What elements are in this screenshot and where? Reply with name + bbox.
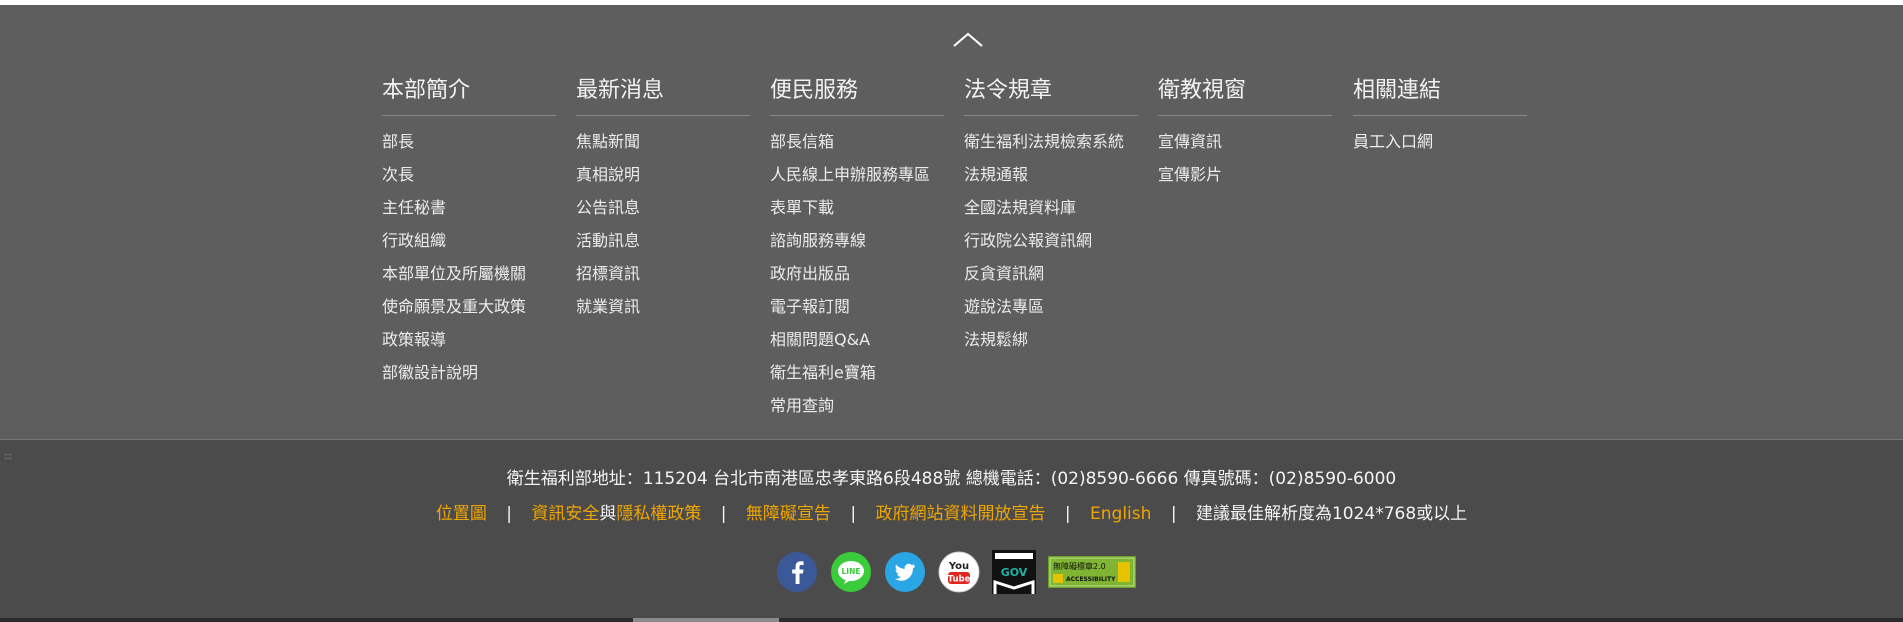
column-title[interactable]: 最新消息 (576, 76, 750, 116)
sitemap-link[interactable]: 焦點新聞 (576, 132, 750, 165)
sitemap-link[interactable]: 宣傳資訊 (1158, 132, 1332, 165)
sitemap-link[interactable]: 政策報導 (382, 330, 556, 363)
sitemap-link[interactable]: 使命願景及重大政策 (382, 297, 556, 330)
sitemap-link[interactable]: 次長 (382, 165, 556, 198)
sitemap-column: 最新消息焦點新聞 真相說明 公告訊息 活動訊息 招標資訊 就業資訊 (576, 76, 750, 330)
resolution-note: 建議最佳解析度為1024*768或以上 (1195, 504, 1468, 524)
line-icon[interactable]: LINE (830, 551, 872, 593)
sitemap-link[interactable]: 衛生福利法規檢索系統 (964, 132, 1138, 165)
sitemap-link[interactable]: 部徽設計說明 (382, 363, 556, 396)
column-title[interactable]: 便民服務 (770, 76, 944, 116)
sitemap-column: 便民服務部長信箱 人民線上申辦服務專區 表單下載 諮詢服務專線 政府出版品 電子報訂閱 相關… (770, 76, 944, 429)
sitemap-column: 衛教視窗宣傳資訊 宣傳影片 (1158, 76, 1332, 198)
sitemap-link[interactable]: 全國法規資料庫 (964, 198, 1138, 231)
chevron-up-icon[interactable] (953, 32, 983, 48)
sitemap-link[interactable]: 真相說明 (576, 165, 750, 198)
sitemap-link[interactable]: 行政組織 (382, 231, 556, 264)
contact-address: 衛生福利部地址：115204 台北市南港區忠孝東路6段488號 總機電話：(02… (506, 469, 1397, 489)
sitemap-link[interactable]: 遊說法專區 (964, 297, 1138, 330)
sitemap-panel: 本部簡介部長 次長 主任秘書 行政組織 本部單位及所屬機關 使命願景及重大政策 政策報導 部徽… (0, 5, 1903, 439)
accessibility-badge-icon[interactable]: 無障礙標章2.0 ACCESSIBILITY (1048, 556, 1136, 588)
accessibility-badge-sub: ACCESSIBILITY (1066, 576, 1116, 583)
column-link-list: 員工入口網 (1353, 132, 1527, 165)
column-title[interactable]: 衛教視窗 (1158, 76, 1332, 116)
social-links: LINE You Tube GOV 無障礙標章2.0 ACCESSIBILITY (776, 550, 1148, 594)
sitemap-link[interactable]: 反貪資訊網 (964, 264, 1138, 297)
column-link-list: 衛生福利法規檢索系統 法規通報 全國法規資料庫 行政院公報資訊網 反貪資訊網 遊說法專區法… (964, 132, 1138, 363)
sitemap-link[interactable]: 表單下載 (770, 198, 944, 231)
privacy-policy-link[interactable]: 隱私權政策 (616, 504, 701, 524)
sitemap-link[interactable]: 招標資訊 (576, 264, 750, 297)
sitemap-link[interactable]: 活動訊息 (576, 231, 750, 264)
sitemap-link[interactable]: 法規通報 (964, 165, 1138, 198)
youtube-icon[interactable]: You Tube (938, 551, 980, 593)
gov-icon-text: GOV (1001, 566, 1028, 579)
separator: | (1064, 504, 1071, 524)
sitemap-link[interactable]: 部長 (382, 132, 556, 165)
sitemap-link[interactable]: 政府出版品 (770, 264, 944, 297)
english-link[interactable]: English (1090, 504, 1151, 524)
sitemap-link[interactable]: 行政院公報資訊網 (964, 231, 1138, 264)
separator: | (506, 504, 512, 524)
youtube-icon-you: You (948, 561, 969, 572)
sitemap-link[interactable]: 相關問題Q&A (770, 330, 944, 363)
separator: | (720, 504, 727, 524)
sitemap-link[interactable]: 公告訊息 (576, 198, 750, 231)
youtube-icon-tube: Tube (948, 575, 971, 585)
column-title[interactable]: 本部簡介 (382, 76, 556, 116)
drag-handle-icon[interactable]: ::: (4, 452, 12, 462)
column-link-list: 部長信箱 人民線上申辦服務專區 表單下載 諮詢服務專線 政府出版品 電子報訂閱 相關問題Q&… (770, 132, 944, 429)
twitter-icon[interactable] (884, 551, 926, 593)
column-title[interactable]: 相關連結 (1353, 76, 1527, 116)
open-data-link[interactable]: 政府網站資料開放宣告 (875, 504, 1045, 524)
sitemap-link[interactable]: 就業資訊 (576, 297, 750, 330)
sitemap-link[interactable]: 員工入口網 (1353, 132, 1527, 165)
sitemap-column: 相關連結 員工入口網 (1353, 76, 1527, 165)
footer-bar: ::: 衛生福利部地址：115204 台北市南港區忠孝東路6段488號 總機電話… (0, 439, 1903, 619)
sitemap-link[interactable]: 電子報訂閱 (770, 297, 944, 330)
column-link-list: 部長 次長 主任秘書 行政組織 本部單位及所屬機關 使命願景及重大政策 政策報導 部徽設計說明 (382, 132, 556, 396)
sitemap-column: 法令規章衛生福利法規檢索系統 法規通報 全國法規資料庫 行政院公報資訊網 反貪資訊網 遊說… (964, 76, 1138, 363)
separator: | (1170, 504, 1177, 524)
sitemap-link[interactable]: 衛生福利e寶箱 (770, 363, 944, 396)
sitemap-link[interactable]: 本部單位及所屬機關 (382, 264, 556, 297)
sitemap-column: 本部簡介部長 次長 主任秘書 行政組織 本部單位及所屬機關 使命願景及重大政策 政策報導 部徽… (382, 76, 556, 396)
sitemap-link[interactable]: 宣傳影片 (1158, 165, 1332, 198)
horizontal-scrollbar[interactable] (0, 618, 1903, 622)
info-security-link[interactable]: 資訊安全 (531, 504, 599, 524)
sitemap-link[interactable]: 主任秘書 (382, 198, 556, 231)
separator: | (850, 504, 857, 524)
facebook-icon[interactable] (776, 551, 818, 593)
scrollbar-thumb[interactable] (633, 618, 779, 622)
column-link-list: 宣傳資訊 宣傳影片 (1158, 132, 1332, 198)
column-title[interactable]: 法令規章 (964, 76, 1138, 116)
and-text: 與 (599, 504, 617, 524)
footer-links: 位置圖 | 資訊安全與隱私權政策 | 無障礙宣告 | 政府網站資料開放宣告 | … (0, 499, 1903, 524)
sitemap-link[interactable]: 諮詢服務專線 (770, 231, 944, 264)
sitemap-link[interactable]: 人民線上申辦服務專區 (770, 165, 944, 198)
column-link-list: 焦點新聞 真相說明 公告訊息 活動訊息 招標資訊 就業資訊 (576, 132, 750, 330)
sitemap-link[interactable]: 法規鬆綁 (964, 330, 1138, 363)
gov-icon[interactable]: GOV (992, 550, 1036, 594)
accessibility-badge-text: 無障礙標章2.0 (1053, 561, 1106, 571)
line-icon-text: LINE (842, 567, 861, 576)
sitemap-link[interactable]: 常用查詢 (770, 396, 944, 429)
sitemap-link[interactable]: 部長信箱 (770, 132, 944, 165)
accessibility-statement-link[interactable]: 無障礙宣告 (746, 504, 831, 524)
sitemap-link[interactable]: 位置圖 (436, 504, 487, 524)
